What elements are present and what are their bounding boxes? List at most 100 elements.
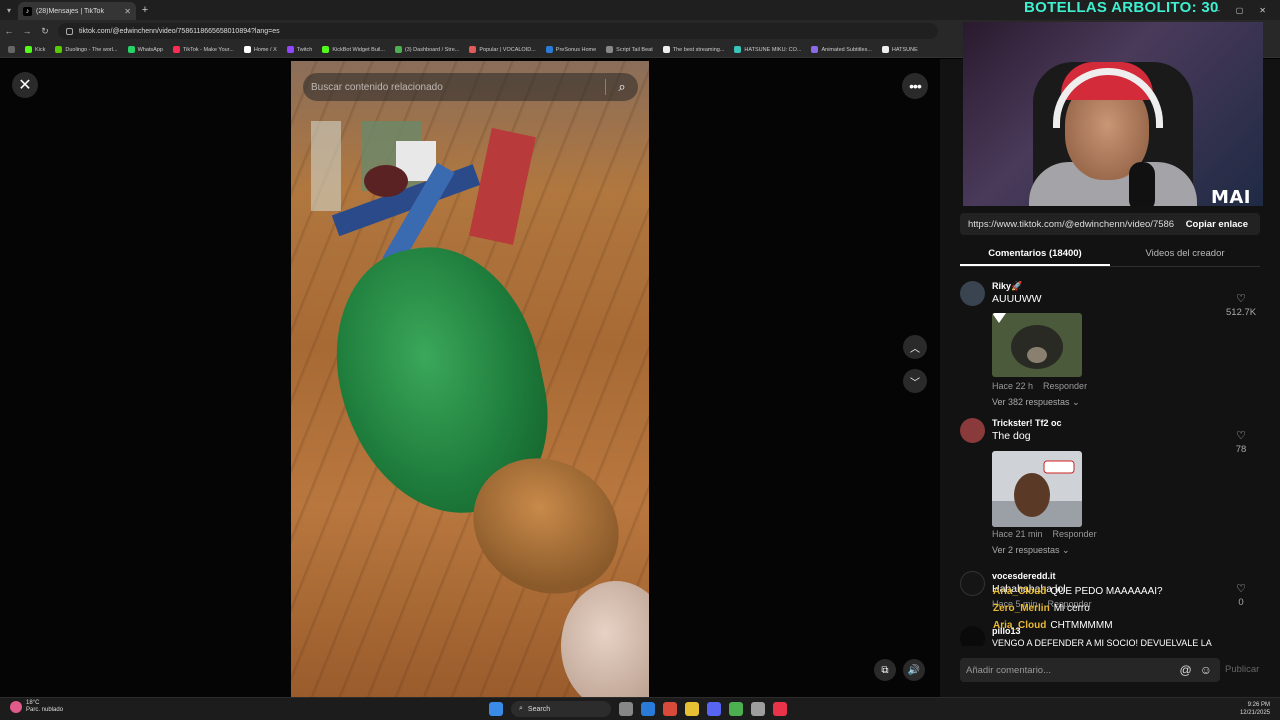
copy-link-button[interactable]: Copiar enlace [1173,213,1260,235]
bookmark-label: Twitch [296,46,313,53]
comment-gif[interactable] [992,451,1082,527]
comment-item: Riky🚀 AUUUWW Hace 22 h Responder Ver 382… [960,281,1270,411]
task-view-icon[interactable] [619,702,633,716]
mention-icon[interactable]: @ [1180,663,1192,677]
bookmark-item[interactable]: Kick [25,46,45,53]
app-icon[interactable] [663,702,677,716]
bookmark-item[interactable]: TikTok - Make Your... [172,46,234,53]
bookmark-icon [127,46,135,53]
bookmark-icon [881,46,889,53]
avatar[interactable] [960,418,985,443]
bookmark-label: PreSonus Home [555,46,597,53]
reload-icon[interactable]: ↻ [36,26,54,37]
avatar[interactable] [960,281,985,306]
comment-item: Trickster! Tf2 oc The dog Hace 21 min Re… [960,418,1270,558]
webcam-overlay: MAI [963,22,1263,206]
comment-input-placeholder: Añadir comentario... [966,664,1052,676]
reply-button[interactable]: Responder [1053,529,1097,539]
windows-start-icon[interactable] [489,702,503,716]
tab-search-icon[interactable]: ▾ [0,0,18,20]
like-count: 512.7K [1226,307,1257,318]
bookmark-icon [811,46,819,53]
bookmark-item[interactable]: Home / X [243,46,277,53]
close-video-button[interactable]: ✕ [12,72,38,98]
url-text: tiktok.com/@edwinchenn/video/75861186656… [79,27,280,35]
clock-time: 9:26 PM [1247,702,1270,708]
bookmark-item[interactable]: HATSUNE MIKU: CO... [734,46,801,53]
system-clock[interactable]: 9:26 PM 12/21/2025 [1240,701,1270,717]
new-tab-icon[interactable]: + [136,4,154,16]
forward-icon[interactable]: → [18,26,36,36]
bookmark-label: Duolingo - The worl... [65,46,118,53]
taskbar-search[interactable]: ⌕ Search [511,701,611,717]
window-controls: — ▢ ✕ [1212,0,1280,20]
heart-icon: ♡ [1236,583,1246,595]
bookmark-item[interactable]: KickBot Widget Buil... [322,46,385,53]
bookmark-item[interactable]: WhatsApp [127,46,163,53]
tab-title: (28)Mensajes | TikTok [36,7,104,15]
comment-user[interactable]: Trickster! Tf2 oc [992,418,1062,428]
chat-username: Aria_Cloud [993,620,1047,631]
comment-text: The dog [992,430,1031,442]
apps-icon[interactable] [8,46,15,53]
search-icon[interactable]: ⌕ [606,79,638,95]
comment-gif[interactable] [992,313,1082,377]
comment-input[interactable]: Añadir comentario... @ ☺ [960,658,1220,682]
bookmark-item[interactable]: Animated Subtitles... [811,46,872,53]
tab-comments[interactable]: Comentarios (18400) [960,243,1110,266]
bookmark-label: HATSUNE MIKU: CO... [744,46,802,53]
comment-user[interactable]: vocesderedd.it [992,571,1056,581]
bookmark-item[interactable]: HATSUNE [881,46,918,53]
music-icon[interactable] [773,702,787,716]
more-options-button[interactable]: ••• [902,73,928,99]
like-button[interactable]: ♡ 0 [1226,579,1256,608]
bookmark-item[interactable]: Twitch [286,46,313,53]
window-close-icon[interactable]: ✕ [1259,6,1266,15]
discord-icon[interactable] [707,702,721,716]
next-video-button[interactable]: ﹀ [903,369,927,393]
emoji-icon[interactable]: ☺ [1200,663,1212,677]
settings-icon[interactable] [751,702,765,716]
video-player[interactable] [291,61,649,697]
maximize-icon[interactable]: ▢ [1236,6,1244,15]
site-info-icon[interactable] [66,27,73,35]
reply-button[interactable]: Responder [1043,381,1087,391]
bookmark-item[interactable]: The best streaming... [662,46,724,53]
avatar[interactable] [960,571,985,596]
bookmark-item[interactable]: Duolingo - The worl... [55,46,118,53]
weather-widget[interactable]: 18°C Parc. nublado [10,700,63,714]
bookmark-item[interactable]: (3) Dashboard / Stre... [394,46,459,53]
chat-text: QUE PEDO MAAAAAAI? [1050,586,1163,597]
tab-close-icon[interactable]: ✕ [124,7,131,16]
url-field[interactable]: tiktok.com/@edwinchenn/video/75861186656… [58,23,938,39]
bookmark-icon [55,46,63,53]
picture-in-picture-icon[interactable]: ⧉ [874,659,896,681]
avatar[interactable] [960,626,985,646]
bookmark-icon [243,46,251,53]
share-link[interactable]: https://www.tiktok.com/@edwinchenn/video… [960,213,1174,235]
store-icon[interactable] [641,702,655,716]
back-icon[interactable]: ← [0,26,18,36]
tab-tiktok[interactable]: ♪ (28)Mensajes | TikTok ✕ [18,2,136,20]
comment-user[interactable]: Riky🚀 [992,281,1022,292]
chat-message: Aria_Cloud QUE PEDO MAAAAAAI? [993,586,1223,603]
chat-text: Mi cerro [1053,603,1090,614]
related-search-box[interactable]: Buscar contenido relacionado ⌕ [303,73,638,101]
like-button[interactable]: ♡ 512.7K [1226,289,1256,318]
chat-message: Zero_Merlin Mi cerro [993,603,1223,620]
volume-icon[interactable]: 🔊 [903,659,925,681]
like-button[interactable]: ♡ 78 [1226,426,1256,455]
tab-creator-videos[interactable]: Videos del creador [1110,243,1260,266]
bookmark-item[interactable]: Script Tail Beat [606,46,653,53]
like-count: 78 [1235,444,1247,455]
view-replies[interactable]: Ver 382 respuestas ⌄ [992,397,1080,408]
bookmark-item[interactable]: PreSonus Home [545,46,597,53]
file-explorer-icon[interactable] [685,702,699,716]
chrome-icon[interactable] [729,702,743,716]
previous-video-button[interactable]: ︿ [903,335,927,359]
tiktok-favicon-icon: ♪ [23,6,32,16]
view-replies[interactable]: Ver 2 respuestas ⌄ [992,545,1070,556]
publish-button[interactable]: Publicar [1225,664,1259,675]
weather-temp: 18°C [26,700,40,706]
bookmark-item[interactable]: Popular | VOCALOID... [469,46,536,53]
